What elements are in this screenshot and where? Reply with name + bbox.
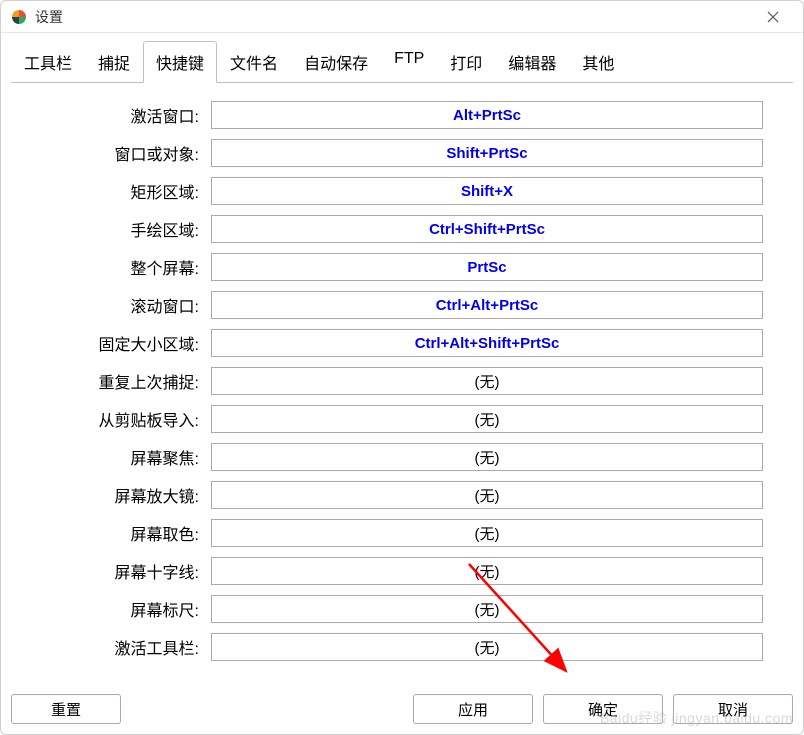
- shortcut-label: 整个屏幕:: [41, 255, 211, 279]
- shortcut-label: 手绘区域:: [41, 217, 211, 241]
- shortcut-input[interactable]: Shift+PrtSc: [211, 139, 763, 167]
- tabs-container: 工具栏捕捉快捷键文件名自动保存FTP打印编辑器其他: [1, 33, 803, 83]
- shortcut-input[interactable]: Ctrl+Shift+PrtSc: [211, 215, 763, 243]
- apply-button[interactable]: 应用: [413, 694, 533, 724]
- shortcut-input[interactable]: (无): [211, 481, 763, 509]
- tab-5[interactable]: FTP: [381, 41, 437, 83]
- shortcut-label: 从剪贴板导入:: [41, 407, 211, 431]
- shortcut-input[interactable]: Ctrl+Alt+Shift+PrtSc: [211, 329, 763, 357]
- shortcut-label: 屏幕聚焦:: [41, 445, 211, 469]
- shortcut-label: 窗口或对象:: [41, 141, 211, 165]
- shortcut-label: 屏幕放大镜:: [41, 483, 211, 507]
- window-title: 设置: [35, 7, 753, 27]
- shortcut-row: 矩形区域:Shift+X: [41, 177, 763, 205]
- shortcut-label: 固定大小区域:: [41, 331, 211, 355]
- shortcut-label: 矩形区域:: [41, 179, 211, 203]
- close-button[interactable]: [753, 3, 793, 31]
- shortcut-input[interactable]: PrtSc: [211, 253, 763, 281]
- shortcut-input[interactable]: (无): [211, 443, 763, 471]
- tab-7[interactable]: 编辑器: [495, 41, 569, 83]
- shortcut-row: 屏幕聚焦:(无): [41, 443, 763, 471]
- ok-button[interactable]: 确定: [543, 694, 663, 724]
- tab-8[interactable]: 其他: [569, 41, 627, 83]
- tab-6[interactable]: 打印: [437, 41, 495, 83]
- cancel-button[interactable]: 取消: [673, 694, 793, 724]
- shortcut-row: 屏幕十字线:(无): [41, 557, 763, 585]
- shortcut-input[interactable]: Shift+X: [211, 177, 763, 205]
- shortcut-row: 固定大小区域:Ctrl+Alt+Shift+PrtSc: [41, 329, 763, 357]
- titlebar: 设置: [1, 1, 803, 33]
- shortcut-row: 整个屏幕:PrtSc: [41, 253, 763, 281]
- tab-4[interactable]: 自动保存: [291, 41, 381, 83]
- shortcut-input[interactable]: Ctrl+Alt+PrtSc: [211, 291, 763, 319]
- shortcut-row: 屏幕放大镜:(无): [41, 481, 763, 509]
- shortcut-label: 重复上次捕捉:: [41, 369, 211, 393]
- shortcut-input[interactable]: (无): [211, 557, 763, 585]
- shortcut-row: 手绘区域:Ctrl+Shift+PrtSc: [41, 215, 763, 243]
- shortcut-input[interactable]: (无): [211, 595, 763, 623]
- shortcut-label: 屏幕取色:: [41, 521, 211, 545]
- shortcut-label: 激活工具栏:: [41, 635, 211, 659]
- shortcut-label: 激活窗口:: [41, 103, 211, 127]
- tab-0[interactable]: 工具栏: [11, 41, 85, 83]
- shortcut-label: 滚动窗口:: [41, 293, 211, 317]
- shortcut-row: 激活工具栏:(无): [41, 633, 763, 661]
- reset-button[interactable]: 重置: [11, 694, 121, 724]
- app-icon: [11, 9, 27, 25]
- tab-2[interactable]: 快捷键: [143, 41, 217, 83]
- tab-1[interactable]: 捕捉: [85, 41, 143, 83]
- shortcut-label: 屏幕标尺:: [41, 597, 211, 621]
- shortcut-row: 激活窗口:Alt+PrtSc: [41, 101, 763, 129]
- shortcut-input[interactable]: (无): [211, 405, 763, 433]
- shortcut-input[interactable]: (无): [211, 367, 763, 395]
- tab-3[interactable]: 文件名: [217, 41, 291, 83]
- shortcut-input[interactable]: Alt+PrtSc: [211, 101, 763, 129]
- shortcut-input[interactable]: (无): [211, 519, 763, 547]
- shortcut-row: 屏幕取色:(无): [41, 519, 763, 547]
- shortcut-label: 屏幕十字线:: [41, 559, 211, 583]
- tab-content-shortcuts: 激活窗口:Alt+PrtSc窗口或对象:Shift+PrtSc矩形区域:Shif…: [11, 82, 793, 681]
- shortcut-row: 滚动窗口:Ctrl+Alt+PrtSc: [41, 291, 763, 319]
- shortcut-input[interactable]: (无): [211, 633, 763, 661]
- shortcut-row: 屏幕标尺:(无): [41, 595, 763, 623]
- button-bar: 重置 应用 确定 取消: [11, 694, 793, 724]
- shortcut-row: 窗口或对象:Shift+PrtSc: [41, 139, 763, 167]
- shortcut-row: 从剪贴板导入:(无): [41, 405, 763, 433]
- shortcut-row: 重复上次捕捉:(无): [41, 367, 763, 395]
